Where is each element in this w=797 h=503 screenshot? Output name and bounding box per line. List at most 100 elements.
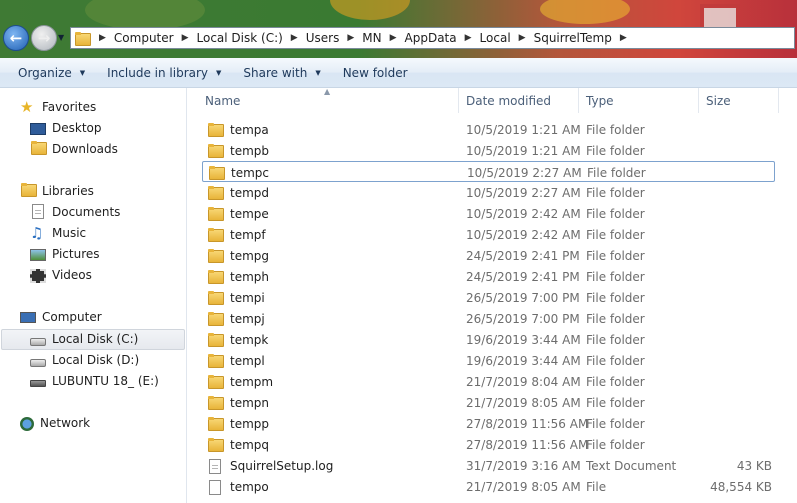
file-size: [672, 329, 772, 350]
organize-button[interactable]: Organize ▼: [10, 66, 93, 80]
file-type: File folder: [586, 374, 645, 389]
file-size: [672, 371, 772, 392]
caret-down-icon: ▼: [216, 68, 222, 77]
music-icon: ♫: [30, 224, 44, 242]
column-header-size[interactable]: Size: [699, 88, 779, 113]
file-size: [672, 392, 772, 413]
file-name-text: temph: [230, 269, 269, 284]
file-row[interactable]: templ 19/6/2019 3:44 AM File folder: [202, 350, 775, 371]
file-row[interactable]: tempf 10/5/2019 2:42 AM File folder: [202, 224, 775, 245]
nav-documents[interactable]: Documents: [30, 202, 120, 222]
forward-button[interactable]: →: [31, 25, 57, 51]
file-size: [672, 434, 772, 455]
file-type: File folder: [586, 311, 645, 326]
share-with-button[interactable]: Share with ▼: [235, 66, 328, 80]
file-date-modified: 21/7/2019 8:04 AM: [466, 374, 581, 389]
column-header-date-modified[interactable]: Date modified: [459, 88, 579, 113]
include-in-library-button[interactable]: Include in library ▼: [99, 66, 229, 80]
chevron-right-icon[interactable]: ▶: [99, 33, 106, 43]
breadcrumb-users[interactable]: Users ▶: [304, 31, 361, 45]
back-button[interactable]: ←: [3, 25, 29, 51]
file-name-text: SquirrelSetup.log: [230, 458, 334, 473]
breadcrumb-mn[interactable]: MN ▶: [360, 31, 402, 45]
file-row[interactable]: tempa 10/5/2019 1:21 AM File folder: [202, 119, 775, 140]
address-bar[interactable]: ▶ Computer ▶ Local Disk (C:) ▶ Users ▶ MN ▶ …: [70, 27, 795, 49]
recent-pages-dropdown[interactable]: ▼: [58, 33, 64, 42]
file-name: temph: [207, 266, 269, 287]
file-type: File folder: [586, 290, 645, 305]
file-row[interactable]: tempp 27/8/2019 11:56 AM File folder: [202, 413, 775, 434]
file-name-text: tempf: [230, 227, 266, 242]
breadcrumb-squirreltemp[interactable]: SquirrelTemp ▶: [532, 31, 633, 45]
file-row[interactable]: tempj 26/5/2019 7:00 PM File folder: [202, 308, 775, 329]
file-date-modified: 10/5/2019 2:27 AM: [466, 185, 581, 200]
file-row[interactable]: SquirrelSetup.log 31/7/2019 3:16 AM Text D…: [202, 455, 775, 476]
file-name-text: tempm: [230, 374, 274, 389]
file-size: [672, 266, 772, 287]
file-date-modified: 10/5/2019 1:21 AM: [466, 122, 581, 137]
breadcrumb-appdata[interactable]: AppData ▶: [403, 31, 478, 45]
file-row[interactable]: tempk 19/6/2019 3:44 AM File folder: [202, 329, 775, 350]
file-name-text: tempe: [230, 206, 269, 221]
file-name: tempf: [207, 224, 266, 245]
folder-icon: [208, 165, 225, 180]
file-name-text: tempd: [230, 185, 270, 200]
file-name: tempn: [207, 392, 269, 413]
nav-computer[interactable]: Computer: [20, 307, 102, 327]
documents-icon: [30, 204, 46, 220]
libraries-icon: [20, 183, 37, 199]
command-bar: Organize ▼ Include in library ▼ Share with…: [0, 58, 797, 88]
file-row[interactable]: tempb 10/5/2019 1:21 AM File folder: [202, 140, 775, 161]
arrow-left-icon: ←: [9, 29, 23, 47]
folder-icon: [207, 185, 224, 200]
caret-down-icon: ▼: [79, 68, 86, 77]
hard-drive-icon: [30, 337, 46, 346]
nav-videos[interactable]: Videos: [30, 265, 92, 285]
file-row[interactable]: tempi 26/5/2019 7:00 PM File folder: [202, 287, 775, 308]
file-type: File folder: [586, 227, 645, 242]
file-size: [672, 224, 772, 245]
file-row[interactable]: tempc 10/5/2019 2:27 AM File folder: [202, 161, 775, 182]
file-row[interactable]: tempn 21/7/2019 8:05 AM File folder: [202, 392, 775, 413]
nav-local-disk-d[interactable]: Local Disk (D:): [30, 350, 139, 370]
nav-desktop[interactable]: Desktop: [30, 118, 102, 138]
folder-icon: [207, 269, 224, 284]
videos-icon: [30, 268, 46, 283]
breadcrumb-local[interactable]: Local ▶: [478, 31, 532, 45]
file-name: templ: [207, 350, 265, 371]
file-row[interactable]: tempm 21/7/2019 8:04 AM File folder: [202, 371, 775, 392]
file-name-text: tempa: [230, 122, 269, 137]
file-name: tempp: [207, 413, 269, 434]
file-row[interactable]: tempg 24/5/2019 2:41 PM File folder: [202, 245, 775, 266]
file-row[interactable]: tempq 27/8/2019 11:56 AM File folder: [202, 434, 775, 455]
nav-favorites[interactable]: ★ Favorites: [20, 97, 96, 117]
file-row[interactable]: temph 24/5/2019 2:41 PM File folder: [202, 266, 775, 287]
new-folder-button[interactable]: New folder: [335, 66, 416, 80]
file-row[interactable]: tempe 10/5/2019 2:42 AM File folder: [202, 203, 775, 224]
file-size: [672, 203, 772, 224]
column-header-type[interactable]: Type: [579, 88, 699, 113]
file-type: File folder: [586, 143, 645, 158]
star-icon: ★: [20, 98, 34, 116]
file-date-modified: 27/8/2019 11:56 AM: [466, 416, 589, 431]
breadcrumb-local-disk-c[interactable]: Local Disk (C:) ▶: [195, 31, 304, 45]
file-row[interactable]: tempd 10/5/2019 2:27 AM File folder: [202, 182, 775, 203]
nav-network[interactable]: Network: [20, 413, 90, 433]
nav-downloads[interactable]: Downloads: [30, 139, 118, 159]
file-name: tempj: [207, 308, 265, 329]
breadcrumb-computer[interactable]: Computer ▶: [112, 31, 195, 45]
nav-pictures[interactable]: Pictures: [30, 244, 100, 264]
file-size: [672, 119, 772, 140]
file-name: tempg: [207, 245, 269, 266]
file-date-modified: 19/6/2019 3:44 AM: [466, 353, 581, 368]
nav-music[interactable]: ♫ Music: [30, 223, 86, 243]
folder-icon: [207, 332, 224, 347]
folder-icon: [207, 437, 224, 452]
network-icon: [20, 416, 34, 431]
nav-libraries[interactable]: Libraries: [20, 181, 94, 201]
nav-local-disk-c[interactable]: Local Disk (C:): [30, 329, 138, 349]
nav-lubuntu-drive[interactable]: LUBUNTU 18_ (E:): [30, 371, 159, 391]
column-header-name[interactable]: Name: [187, 88, 459, 113]
arrow-right-icon: →: [37, 29, 51, 47]
file-row[interactable]: tempo 21/7/2019 8:05 AM File 48,554 KB: [202, 476, 775, 497]
